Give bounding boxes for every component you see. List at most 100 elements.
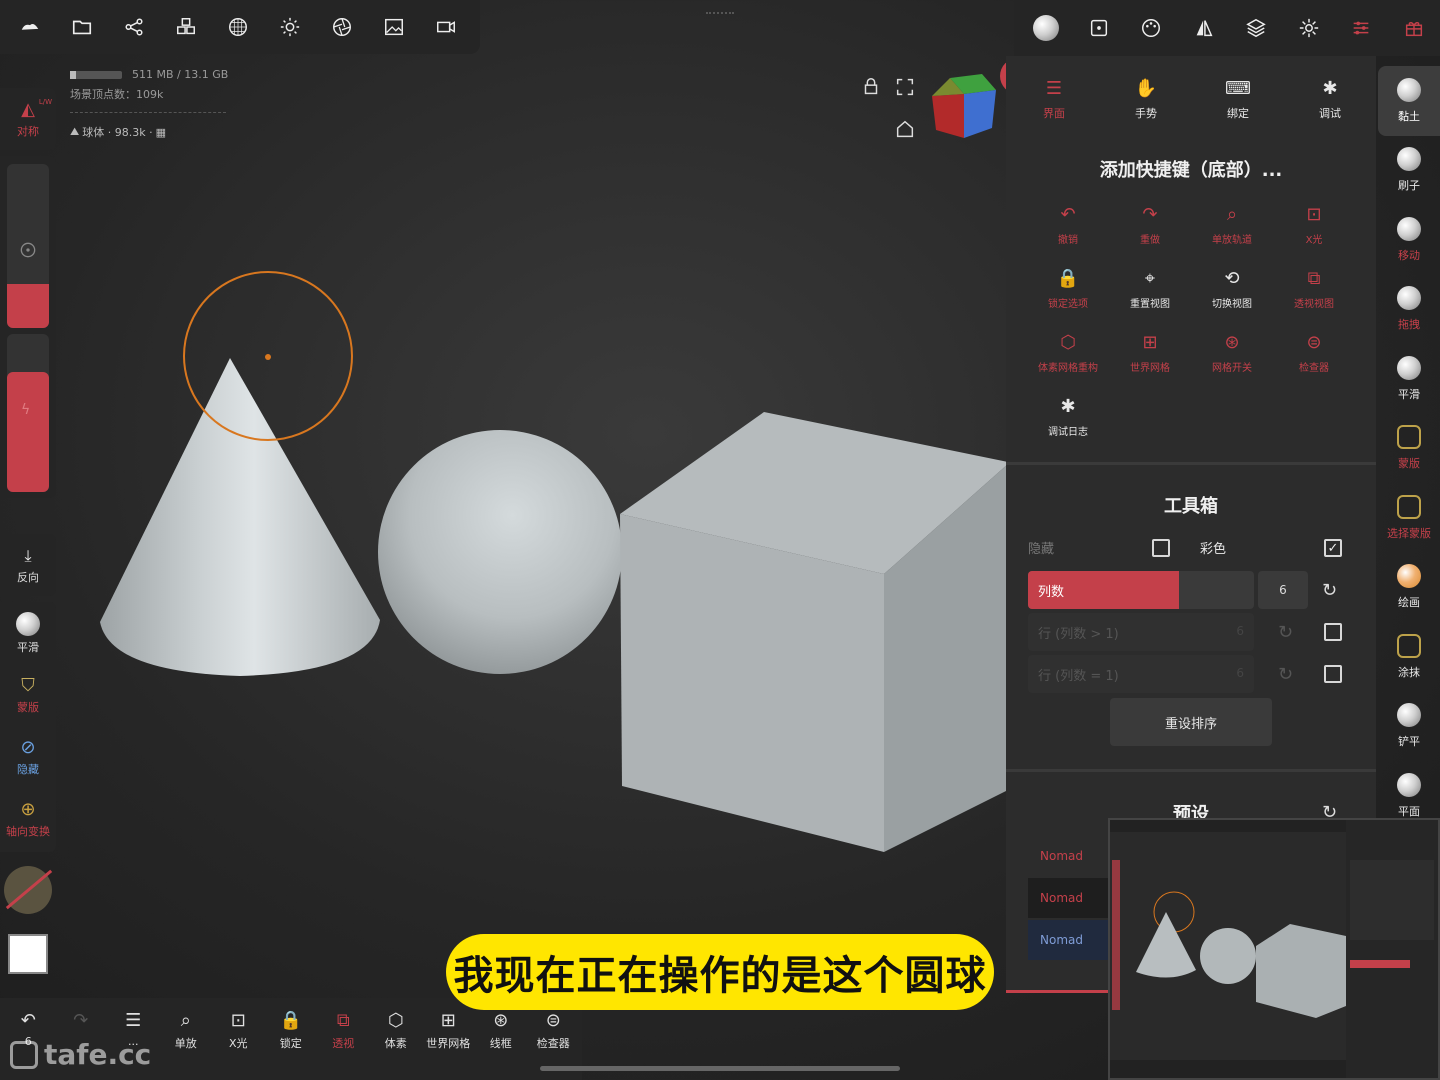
shortcut-item[interactable]: ⊞ 世界网格 xyxy=(1109,332,1191,382)
shortcut-item[interactable]: ⌖ 重置视图 xyxy=(1109,268,1191,318)
shortcut-item[interactable]: ⟲ 切换视图 xyxy=(1191,268,1273,318)
brush-cursor xyxy=(183,271,353,441)
sliders-icon[interactable] xyxy=(1335,0,1388,56)
wireframe-icon: ⊛ xyxy=(493,1010,509,1031)
redo-icon: ↷ xyxy=(1142,204,1158,225)
camera-icon[interactable] xyxy=(420,0,472,54)
shortcut-item[interactable]: ⬡ 体素网格重构 xyxy=(1027,332,1109,382)
tool-button[interactable]: 蒙版 xyxy=(1378,414,1440,484)
tool-button[interactable]: 平滑 xyxy=(1378,344,1440,414)
mask-label: 蒙版 xyxy=(17,701,39,714)
reset-order-button[interactable]: 重设排序 xyxy=(1110,698,1272,746)
tool-button[interactable]: 选择蒙版 xyxy=(1378,483,1440,553)
aperture-icon[interactable] xyxy=(316,0,368,54)
tab-gestures[interactable]: ✋ 手势 xyxy=(1100,78,1192,121)
tool-button[interactable]: 移动 xyxy=(1378,205,1440,275)
cubes-icon[interactable] xyxy=(160,0,212,54)
fullscreen-icon[interactable] xyxy=(894,76,916,98)
radius-slider[interactable] xyxy=(7,164,49,328)
tab-debug[interactable]: ✱ 调试 xyxy=(1284,78,1376,121)
refresh-icon[interactable]: ↻ xyxy=(1278,664,1293,685)
viewport-icon[interactable] xyxy=(1073,0,1126,56)
lock-icon[interactable] xyxy=(860,76,882,98)
shortcut-item[interactable]: ↶ 撤销 xyxy=(1027,204,1109,254)
sphere-object[interactable] xyxy=(378,430,622,674)
hand-icon: ✋ xyxy=(1134,77,1158,99)
refresh-icon[interactable]: ↻ xyxy=(1322,580,1337,601)
smooth-button[interactable]: 平滑 xyxy=(0,602,56,664)
toolbar-button[interactable]: ⊡ X光 xyxy=(212,998,265,1080)
tool-sphere-icon xyxy=(1397,355,1421,380)
book-icon: ☰ xyxy=(125,1010,142,1031)
cube-object[interactable] xyxy=(620,412,1008,852)
columns-slider[interactable]: 列数 xyxy=(1028,571,1254,609)
mirror-icon[interactable] xyxy=(1178,0,1231,56)
cloud-icon[interactable] xyxy=(4,0,56,54)
orientation-cube[interactable] xyxy=(930,72,998,142)
pip-preview[interactable] xyxy=(1108,818,1440,1080)
rows-checkbox-1[interactable] xyxy=(1324,623,1342,641)
tool-button[interactable]: 拖拽 xyxy=(1378,275,1440,345)
layers-icon[interactable] xyxy=(1230,0,1283,56)
image-icon[interactable] xyxy=(368,0,420,54)
palette-icon[interactable] xyxy=(1125,0,1178,56)
material-swatch[interactable] xyxy=(4,866,53,914)
toolbar-button[interactable]: ⌕ 单放 xyxy=(160,998,213,1080)
gift-icon[interactable] xyxy=(1388,0,1440,56)
grid-sphere-icon[interactable] xyxy=(212,0,264,54)
hide-checkbox[interactable] xyxy=(1152,539,1170,557)
toolbar-label: 线框 xyxy=(489,1037,512,1050)
share-icon[interactable] xyxy=(108,0,160,54)
material-sphere-icon[interactable] xyxy=(1020,0,1073,56)
tool-button[interactable]: 绘画 xyxy=(1378,553,1440,623)
home-icon[interactable] xyxy=(894,118,916,140)
sun-icon[interactable] xyxy=(264,0,316,54)
viewport-scene[interactable] xyxy=(0,0,1010,1000)
settings-icon[interactable] xyxy=(1283,0,1336,56)
shortcut-label: 透视视图 xyxy=(1294,299,1334,310)
color-swatch[interactable] xyxy=(8,934,48,974)
toolbar-label: 锁定 xyxy=(279,1037,302,1050)
toolbar-label: 体素 xyxy=(384,1037,407,1050)
toolbar-button[interactable]: ⬡ 体素 xyxy=(370,998,423,1080)
shortcut-item[interactable]: ⊜ 检查器 xyxy=(1273,332,1355,382)
shortcut-item[interactable]: 🔒 锁定选项 xyxy=(1027,268,1109,318)
shortcut-item[interactable]: ⧉ 透视视图 xyxy=(1273,268,1355,318)
shortcut-item[interactable]: ⊡ X光 xyxy=(1273,204,1355,254)
intensity-slider[interactable]: ϟ xyxy=(7,334,49,492)
hide-button[interactable]: ⊘ 隐藏 xyxy=(0,726,56,788)
folder-icon[interactable] xyxy=(56,0,108,54)
shortcut-item[interactable]: ↷ 重做 xyxy=(1109,204,1191,254)
toolbar-button[interactable]: ⊞ 世界网格 xyxy=(422,998,475,1080)
shortcut-item[interactable]: ⊛ 网格开关 xyxy=(1191,332,1273,382)
preset-item[interactable]: Nomad xyxy=(1028,878,1112,918)
tool-button[interactable]: 铲平 xyxy=(1378,692,1440,762)
tab-bindings[interactable]: ⌨ 绑定 xyxy=(1192,78,1284,121)
toolbar-button[interactable]: ⊛ 线框 xyxy=(475,998,528,1080)
axis-button[interactable]: ⊕ 轴向变换 xyxy=(0,788,56,850)
tool-label: 绘画 xyxy=(1398,596,1420,610)
tool-button[interactable]: 黏土 xyxy=(1378,66,1440,136)
shortcut-item[interactable]: ✱ 调试日志 xyxy=(1027,396,1109,446)
preset-item[interactable]: Nomad xyxy=(1028,920,1112,960)
symmetry-button[interactable]: ◭ 对称 L/W xyxy=(0,88,56,150)
object-info[interactable]: ⛰ 球体 · 98.3k · ▦ xyxy=(70,124,166,140)
tool-button[interactable]: 刷子 xyxy=(1378,136,1440,206)
columns-value[interactable]: 6 xyxy=(1258,571,1308,609)
toolbar-button[interactable]: ⧉ 透视 xyxy=(317,998,370,1080)
rows-slider-2[interactable]: 行 (列数 = 1) 6 xyxy=(1028,655,1254,693)
cone-object[interactable] xyxy=(100,358,380,676)
tab-interface[interactable]: ☰ 界面 xyxy=(1008,78,1100,121)
reverse-button[interactable]: ⤓ 反向 xyxy=(0,534,56,596)
rows-slider-1[interactable]: 行 (列数 > 1) 6 xyxy=(1028,613,1254,651)
watermark-text: tafe.cc xyxy=(44,1038,152,1071)
toolbar-button[interactable]: 🔒 锁定 xyxy=(265,998,318,1080)
tool-button[interactable]: 涂抹 xyxy=(1378,622,1440,692)
color-checkbox[interactable]: ✓ xyxy=(1324,539,1342,557)
mask-button[interactable]: ⛉ 蒙版 xyxy=(0,664,56,726)
shortcut-item[interactable]: ⌕ 单放轨道 xyxy=(1191,204,1273,254)
rows-checkbox-2[interactable] xyxy=(1324,665,1342,683)
preset-item[interactable]: Nomad xyxy=(1028,836,1112,876)
drag-handle[interactable] xyxy=(706,12,734,17)
refresh-icon[interactable]: ↻ xyxy=(1278,622,1293,643)
